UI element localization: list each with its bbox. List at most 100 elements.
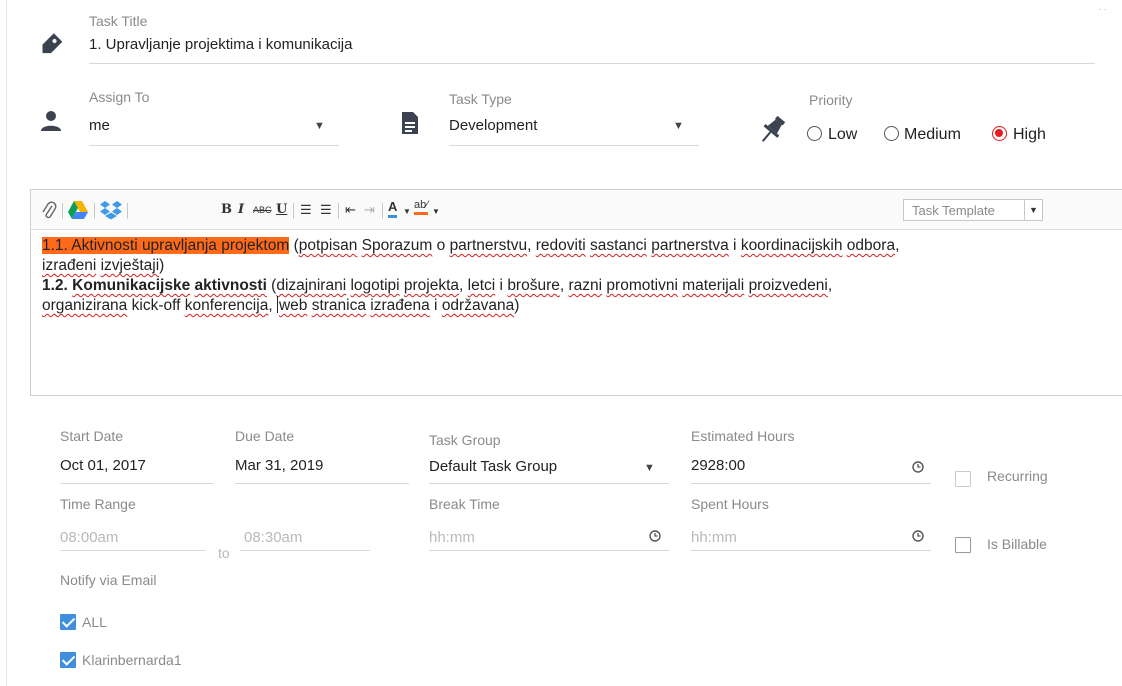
outdent-icon[interactable]: ⇤ [345,201,356,219]
misspelled-word: promotivni [606,277,678,294]
time-range-to-underline [240,550,370,551]
underline-button[interactable]: U [276,201,287,219]
assign-to-label: Assign To [89,89,150,105]
italic-button[interactable]: I [238,201,244,219]
more-dots-icon[interactable]: ·· [1098,4,1109,15]
unordered-list-icon[interactable]: ☰ [320,201,332,219]
misspelled-word: stranica [311,297,366,314]
toolbar-divider [62,203,63,219]
task-group-chevron-down-icon[interactable]: ▼ [644,462,655,474]
misspelled-word: brošure [507,277,560,294]
break-time-underline [429,550,669,551]
indent-icon[interactable]: ⇥ [364,201,375,219]
misspelled-word: konferencija [184,297,269,314]
misspelled-word: partnerstvu [449,237,528,254]
time-range-label: Time Range [60,496,136,512]
misspelled-word: logotipi [350,277,400,294]
clock-icon[interactable] [912,530,924,542]
break-time-label: Break Time [429,496,500,512]
due-date-underline [235,483,409,484]
assign-to-select[interactable]: me [89,117,110,134]
priority-label: Priority [809,92,853,108]
task-title-input[interactable]: 1. Upravljanje projektima i komunikacija [89,36,352,53]
google-drive-icon[interactable] [67,200,89,220]
text: ) [159,257,165,274]
misspelled-word: razni [568,277,603,294]
notify-all-checkbox[interactable] [60,614,76,630]
task-group-select[interactable]: Default Task Group [429,458,557,475]
toolbar-divider [338,203,339,219]
notify-all-label: ALL [82,614,107,630]
editor-toolbar: B I ABC U ☰ ☰ ⇤ ⇥ A ▼ ab⁄ ▼ Task Templat… [31,190,1122,230]
ordered-list-icon[interactable]: ☰ [300,201,312,219]
pin-icon [761,115,786,142]
time-range-from-input[interactable]: 08:00am [60,529,118,546]
misspelled-word: materijali [682,277,745,294]
misspelled-word: potpisan [298,237,358,254]
font-color-icon[interactable]: A [388,199,398,218]
time-range-to-input[interactable]: 08:30am [244,529,302,546]
text: , [459,277,468,294]
text: ) [514,297,520,314]
text: i [728,237,741,254]
assign-to-chevron-down-icon[interactable]: ▼ [314,120,325,132]
attach-icon[interactable] [41,201,57,221]
spent-hours-input[interactable]: hh:mm [691,529,737,546]
task-type-chevron-down-icon[interactable]: ▼ [673,120,684,132]
dropbox-icon[interactable] [99,200,123,220]
priority-medium-label[interactable]: Medium [904,126,961,144]
start-date-underline [60,483,214,484]
notify-user-label: Klarinbernarda1 [82,652,182,668]
estimated-hours-input[interactable]: 2928:00 [691,457,745,474]
due-date-input[interactable]: Mar 31, 2019 [235,457,323,474]
time-range-from-underline [60,550,206,551]
document-icon [402,112,418,134]
person-icon [41,111,61,131]
misspelled-word: sastanci [590,237,647,254]
break-time-input[interactable]: hh:mm [429,529,475,546]
priority-high-radio[interactable] [992,126,1007,141]
due-date-label: Due Date [235,428,295,444]
editor-line-4: organizirana kick-off konferencija, web … [42,296,1120,316]
misspelled-word: redoviti [535,237,586,254]
highlight-color-icon[interactable]: ab⁄ [414,198,429,215]
recurring-checkbox[interactable] [955,471,971,487]
priority-low-radio[interactable] [807,126,822,141]
text: kick-off [127,297,185,314]
bold-text: 1.2. [42,277,73,294]
clock-icon[interactable] [912,461,924,473]
misspelled-word: dizajnirani [276,277,347,294]
bold-button[interactable]: B [221,201,232,219]
priority-low-label[interactable]: Low [828,126,857,144]
misspelled-word: izrađena [370,297,430,314]
misspelled-word: izvještaji [100,257,160,274]
billable-checkbox[interactable] [955,537,971,553]
misspelled-word: letci [467,277,496,294]
description-editor[interactable]: B I ABC U ☰ ☰ ⇤ ⇥ A ▼ ab⁄ ▼ Task Templat… [30,189,1122,396]
editor-line-1: 1.1. Aktivnosti upravljanja projektom (p… [42,236,1120,256]
start-date-input[interactable]: Oct 01, 2017 [60,457,146,474]
clock-icon[interactable] [649,530,661,542]
task-title-label: Task Title [89,13,148,29]
text: , [827,277,833,294]
priority-high-label[interactable]: High [1013,126,1046,144]
toolbar-divider [293,203,294,219]
toolbar-divider [382,203,383,219]
notify-user-checkbox[interactable] [60,652,76,668]
task-type-underline [449,145,699,146]
misspelled-word: web [278,297,308,314]
text: , [527,237,536,254]
priority-medium-radio[interactable] [884,126,899,141]
text: ( [266,277,277,294]
task-group-underline [429,483,669,484]
task-template-select[interactable]: Task Template ▼ [903,199,1043,221]
font-color-chevron-icon[interactable]: ▼ [403,203,411,221]
highlight-chevron-icon[interactable]: ▼ [432,203,440,221]
assign-to-underline [89,145,339,146]
task-type-select[interactable]: Development [449,117,537,134]
text: i [429,297,442,314]
editor-content[interactable]: 1.1. Aktivnosti upravljanja projektom (p… [42,236,1120,316]
task-template-chevron-down-icon[interactable]: ▼ [1024,200,1042,220]
strikethrough-button[interactable]: ABC [253,201,272,219]
misspelled-word: organizirana [42,297,128,314]
